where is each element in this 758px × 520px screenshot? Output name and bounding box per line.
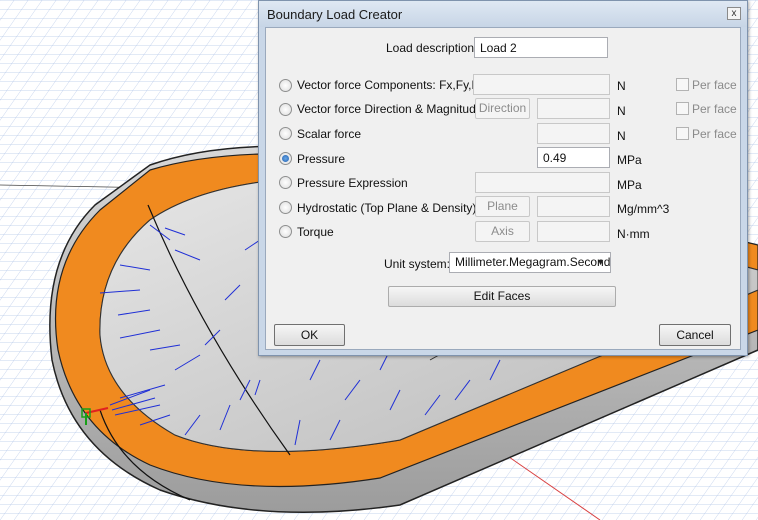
radio-pressure-expression[interactable] [279, 176, 292, 189]
boundary-load-creator-dialog: Boundary Load Creator x Load description… [258, 0, 748, 356]
per-face-label-1: Per face [692, 78, 737, 92]
pressure-expression-unit: MPa [617, 178, 642, 192]
hydrostatic-density-input[interactable] [537, 196, 610, 217]
vector-components-unit: N [617, 79, 626, 93]
per-face-label-2: Per face [692, 102, 737, 116]
chevron-down-icon: ▼ [596, 257, 605, 267]
per-face-checkbox-1[interactable] [676, 78, 689, 91]
unit-system-value: Millimeter.Megagram.Second [455, 255, 611, 269]
direction-button[interactable]: Direction [475, 98, 530, 119]
vector-components-input[interactable] [473, 74, 610, 95]
ok-button[interactable]: OK [274, 324, 345, 346]
vector-components-label: Vector force Components: Fx,Fy,Fz [297, 78, 485, 92]
load-description-input[interactable] [474, 37, 608, 58]
plane-button[interactable]: Plane [475, 196, 530, 217]
radio-pressure[interactable] [279, 152, 292, 165]
unit-system-label: Unit system: [384, 257, 451, 271]
close-button[interactable]: x [727, 7, 741, 20]
hydrostatic-label: Hydrostatic (Top Plane & Density) [297, 201, 477, 215]
radio-direction-magnitude[interactable] [279, 103, 292, 116]
radio-vector-components[interactable] [279, 79, 292, 92]
per-face-checkbox-2[interactable] [676, 102, 689, 115]
direction-magnitude-label: Vector force Direction & Magnitude [297, 102, 483, 116]
close-icon: x [731, 8, 737, 19]
hydrostatic-unit: Mg/mm^3 [617, 202, 670, 216]
load-description-label: Load description: [386, 41, 478, 55]
axis-button[interactable]: Axis [475, 221, 530, 242]
torque-label: Torque [297, 225, 334, 239]
scalar-force-unit: N [617, 129, 626, 143]
torque-unit: N·mm [617, 227, 650, 241]
per-face-label-3: Per face [692, 127, 737, 141]
pressure-expression-input[interactable] [475, 172, 610, 193]
pressure-value-input[interactable] [537, 147, 610, 168]
torque-input[interactable] [537, 221, 610, 242]
per-face-checkbox-3[interactable] [676, 127, 689, 140]
radio-hydrostatic[interactable] [279, 201, 292, 214]
direction-magnitude-input[interactable] [537, 98, 610, 119]
pressure-label: Pressure [297, 152, 346, 166]
dialog-titlebar[interactable]: Boundary Load Creator x [259, 1, 747, 27]
dialog-body: Load description: Vector force Component… [265, 27, 741, 350]
direction-magnitude-unit: N [617, 104, 626, 118]
dialog-title: Boundary Load Creator [267, 7, 403, 22]
unit-system-select[interactable]: Millimeter.Megagram.Second ▼ [449, 252, 611, 273]
scalar-force-label: Scalar force [297, 127, 362, 141]
radio-scalar-force[interactable] [279, 127, 292, 140]
cancel-button[interactable]: Cancel [659, 324, 731, 346]
scalar-force-input[interactable] [537, 123, 610, 144]
pressure-expression-label: Pressure Expression [297, 176, 408, 190]
edit-faces-button[interactable]: Edit Faces [388, 286, 616, 307]
pressure-unit: MPa [617, 153, 642, 167]
radio-torque[interactable] [279, 225, 292, 238]
